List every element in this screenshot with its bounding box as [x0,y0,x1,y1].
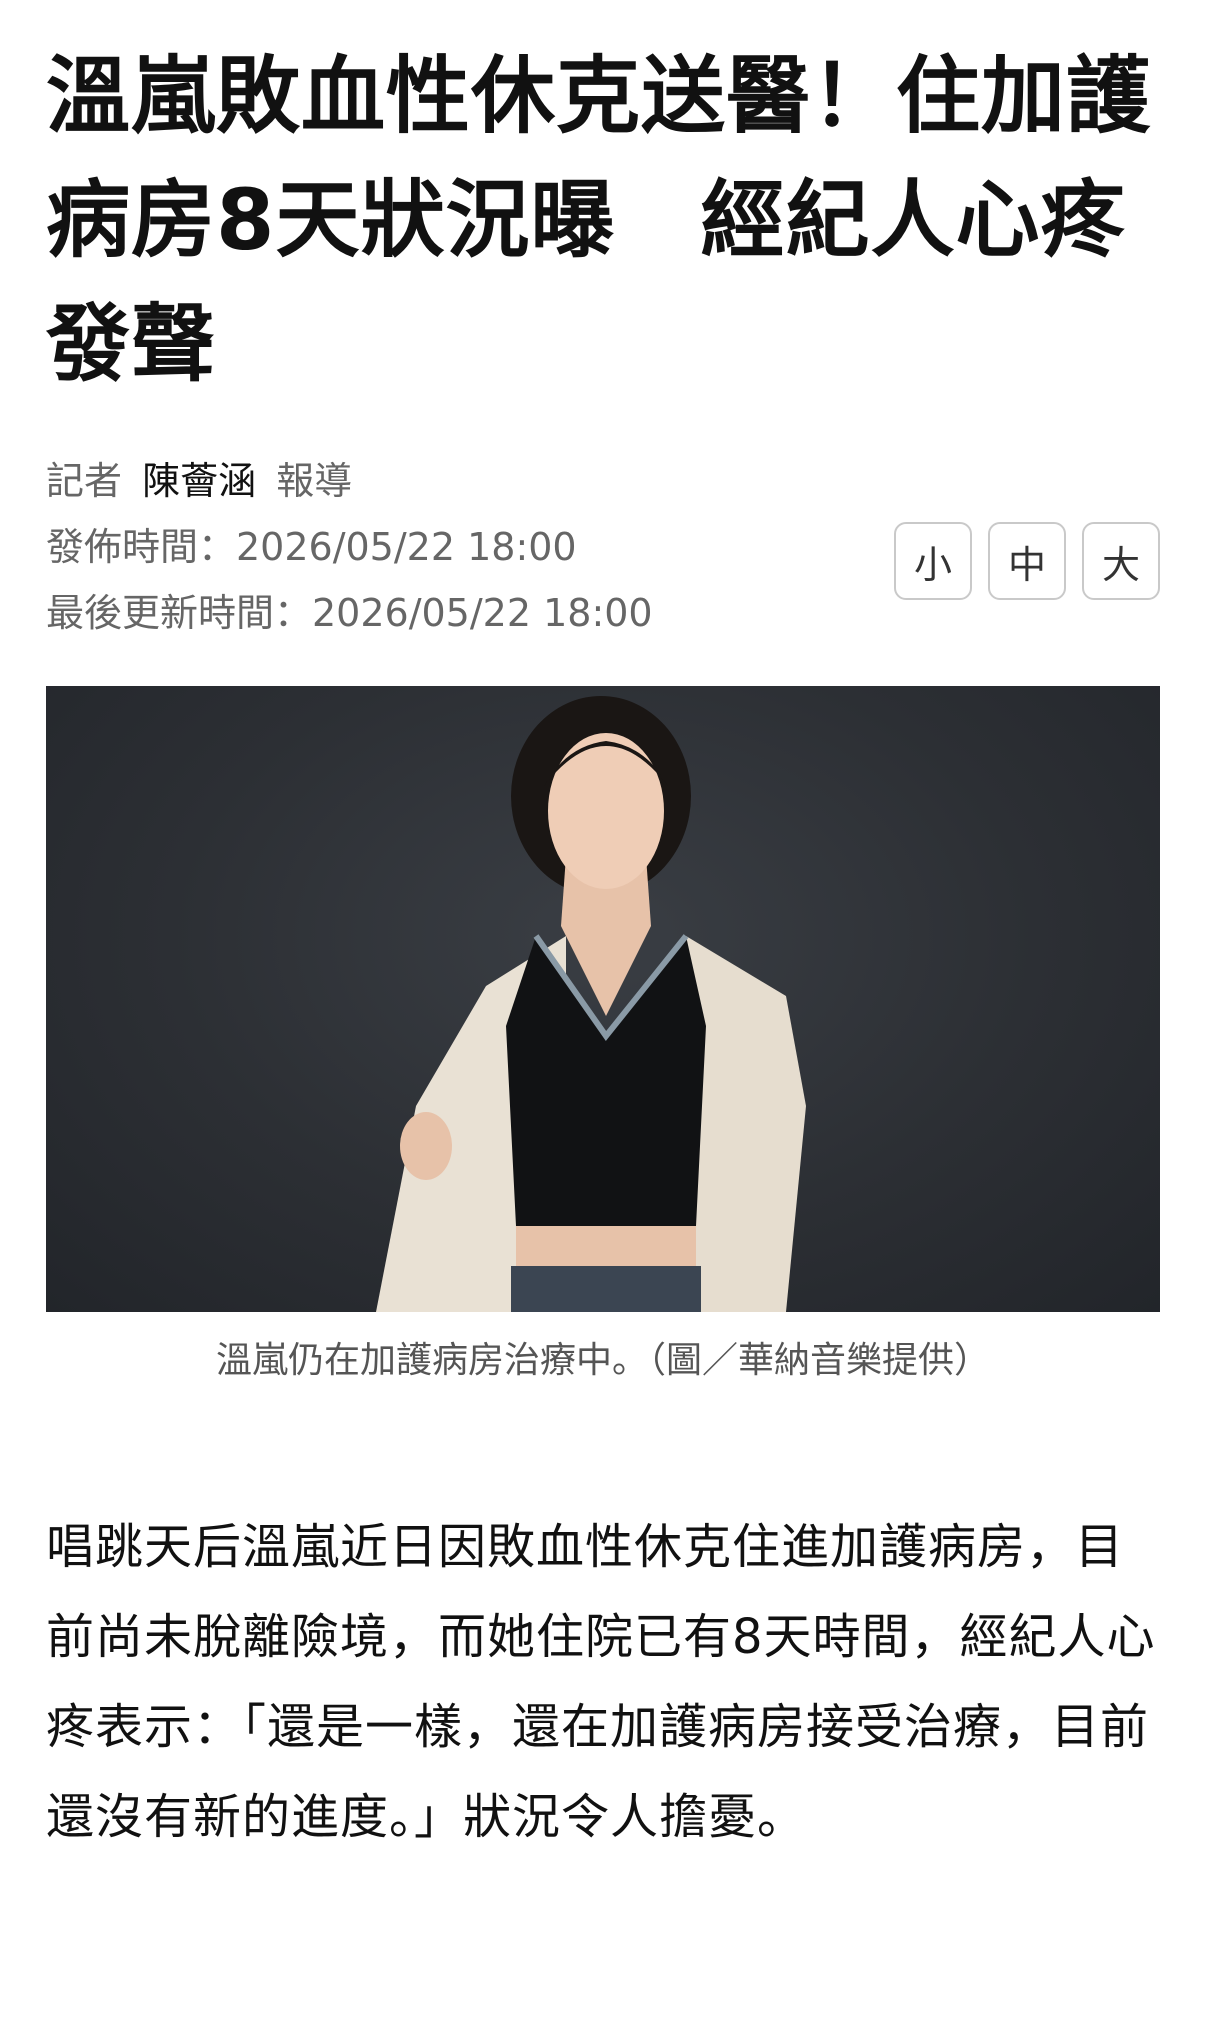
byline-prefix: 記者 [46,459,123,503]
font-size-large-button[interactable]: 大 [1082,522,1160,600]
font-size-small-button[interactable]: 小 [894,522,972,600]
article-page: 溫嵐敗血性休克送醫！住加護病房8天狀況曝 經紀人心疼發聲 記者 陳薈涵 報導 發… [0,0,1206,2020]
article-body: 唱跳天后溫嵐近日因敗血性休克住進加護病房，目前尚未脫離險境，而她住院已有8天時間… [46,1519,1156,1845]
font-size-medium-button[interactable]: 中 [988,522,1066,600]
font-size-controls: 小 中 大 [894,522,1160,600]
photo-illustration [376,696,806,1312]
article-headline: 溫嵐敗血性休克送醫！住加護病房8天狀況曝 經紀人心疼發聲 [46,47,1152,393]
updated-time: 最後更新時間：2026/05/22 18:00 [46,591,653,635]
article-meta: 記者 陳薈涵 報導 發佈時間：2026/05/22 18:00 最後更新時間：2… [46,448,653,646]
byline: 記者 陳薈涵 報導 [46,448,653,514]
reporter-name[interactable]: 陳薈涵 [142,459,256,503]
article-photo[interactable] [46,686,1160,1312]
published-time: 發佈時間：2026/05/22 18:00 [46,525,577,569]
photo-caption: 溫嵐仍在加護病房治療中。（圖／華納音樂提供） [215,1340,990,1381]
byline-suffix: 報導 [276,459,353,503]
